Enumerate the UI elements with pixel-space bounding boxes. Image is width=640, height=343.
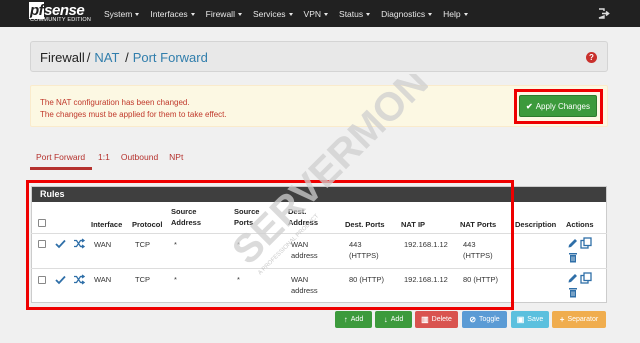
menu-diagnostics[interactable]: Diagnostics xyxy=(381,8,433,19)
apply-changes-label: Apply Changes xyxy=(535,101,590,111)
help-icon[interactable]: ? xyxy=(586,52,597,63)
caret-down-icon xyxy=(324,12,329,16)
menu-help[interactable]: Help xyxy=(443,8,468,19)
arrow-down-icon: ↓ xyxy=(383,315,388,324)
arrow-up-icon: ↑ xyxy=(343,315,348,324)
tab-outbound[interactable]: Outbound xyxy=(115,150,163,170)
breadcrumb: Firewall / NAT / Port Forward xyxy=(40,50,208,65)
breadcrumb-bar: Firewall / NAT / Port Forward ? xyxy=(30,41,608,72)
caret-down-icon xyxy=(135,12,140,16)
toggle-label: Toggle xyxy=(479,316,500,323)
save-button[interactable]: ▣ Save xyxy=(511,311,549,328)
separator-button[interactable]: + Separator xyxy=(552,311,606,328)
add-bottom-button[interactable]: ↓ Add xyxy=(375,311,412,328)
col-description: Description xyxy=(515,220,557,229)
alert-text: The NAT configuration has been changed. … xyxy=(40,97,227,121)
caret-down-icon xyxy=(237,12,242,16)
menu-diagnostics-label: Diagnostics xyxy=(381,8,426,19)
toggle-button[interactable]: ⊘ Toggle xyxy=(462,311,507,328)
breadcrumb-nat[interactable]: NAT xyxy=(94,50,119,65)
menu-firewall-label: Firewall xyxy=(205,8,235,19)
logo-subtitle: COMMUNITY EDITION xyxy=(30,17,92,23)
ban-icon: ⊘ xyxy=(469,315,477,324)
menu-system[interactable]: System xyxy=(104,8,140,19)
main-menu: System Interfaces Firewall Services VPN … xyxy=(104,0,479,27)
breadcrumb-firewall: Firewall xyxy=(40,50,85,65)
trash-icon: ▥ xyxy=(421,315,429,324)
breadcrumb-port-forward[interactable]: Port Forward xyxy=(133,50,208,65)
tab-port-forward[interactable]: Port Forward xyxy=(30,150,92,170)
rules-highlight-box xyxy=(26,180,514,310)
caret-down-icon xyxy=(288,12,293,16)
trash-icon[interactable] xyxy=(568,252,578,263)
menu-system-label: System xyxy=(104,8,133,19)
caret-down-icon xyxy=(428,12,433,16)
caret-down-icon xyxy=(366,12,371,16)
add-top-button[interactable]: ↑ Add xyxy=(335,311,372,328)
pencil-icon[interactable] xyxy=(567,238,578,249)
nat-tabs: Port Forward 1:1 Outbound NPt xyxy=(30,150,188,170)
menu-services[interactable]: Services xyxy=(253,9,293,19)
menu-status[interactable]: Status xyxy=(339,8,371,19)
menu-help-label: Help xyxy=(443,8,461,19)
copy-icon[interactable] xyxy=(580,272,592,284)
add-bottom-label: Add xyxy=(390,316,404,323)
col-actions: Actions xyxy=(566,220,594,229)
menu-interfaces[interactable]: Interfaces xyxy=(150,8,195,19)
pfsense-logo[interactable]: pfsense COMMUNITY EDITION xyxy=(29,2,97,25)
copy-icon[interactable] xyxy=(580,237,592,249)
separator-label: Separator xyxy=(567,316,599,323)
top-navbar: pfsense COMMUNITY EDITION System Interfa… xyxy=(0,0,640,27)
delete-label: Delete xyxy=(431,316,452,323)
delete-button[interactable]: ▥ Delete xyxy=(415,311,458,328)
menu-status-label: Status xyxy=(339,8,364,19)
alert-line-1: The NAT configuration has been changed. xyxy=(40,98,190,107)
apply-changes-button[interactable]: ✔ Apply Changes xyxy=(519,95,597,117)
check-icon: ✔ xyxy=(526,101,533,111)
add-top-label: Add xyxy=(350,316,364,323)
pencil-icon[interactable] xyxy=(567,273,578,284)
menu-services-label: Services xyxy=(252,8,286,19)
plus-icon: + xyxy=(559,315,565,324)
trash-icon[interactable] xyxy=(568,287,578,298)
save-label: Save xyxy=(527,316,544,323)
caret-down-icon xyxy=(463,12,468,16)
tab-1-1[interactable]: 1:1 xyxy=(92,150,115,170)
alert-line-2: The changes must be applied for them to … xyxy=(40,110,227,119)
menu-firewall[interactable]: Firewall xyxy=(206,9,242,19)
menu-vpn-label: VPN xyxy=(303,8,322,19)
tab-npt[interactable]: NPt xyxy=(163,150,188,170)
logout-icon[interactable] xyxy=(598,8,610,19)
caret-down-icon xyxy=(190,12,195,16)
menu-interfaces-label: Interfaces xyxy=(150,8,188,19)
save-icon: ▣ xyxy=(516,315,525,324)
menu-vpn[interactable]: VPN xyxy=(303,8,329,19)
